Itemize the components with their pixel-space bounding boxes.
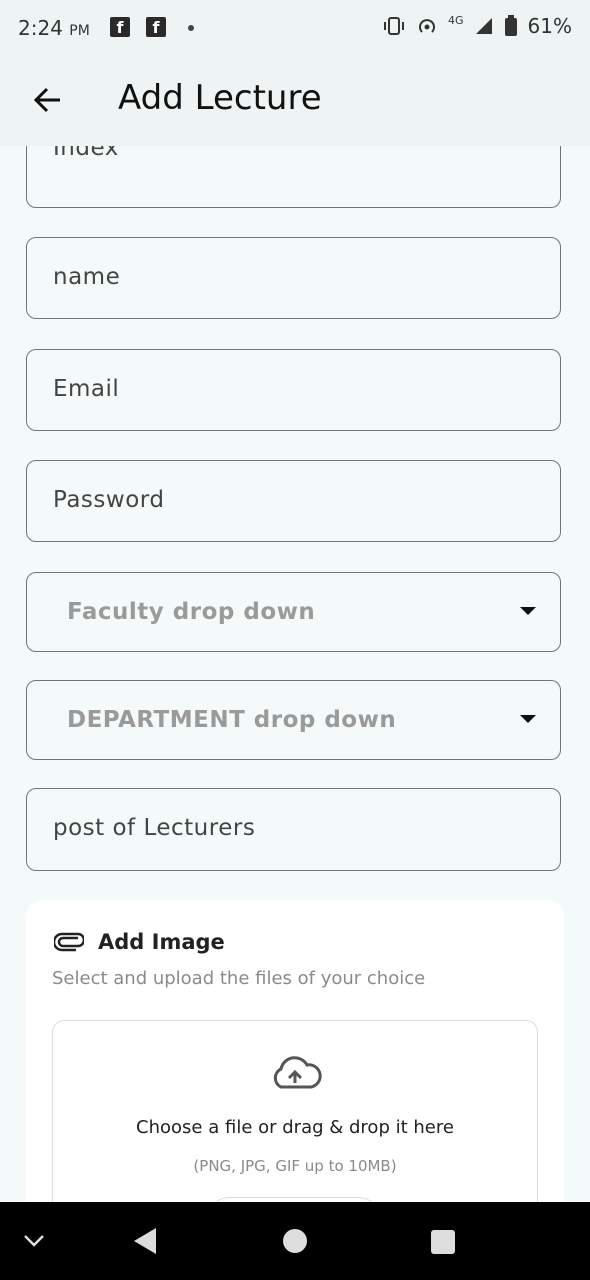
app-bar: Add Lecture [0,58,590,146]
recents-square-icon[interactable] [430,1229,456,1255]
status-ampm: PM [69,23,90,39]
department-dropdown-label: DEPARTMENT drop down [67,707,397,733]
page-title: Add Lecture [118,78,322,118]
system-nav-bar [0,1202,590,1280]
back-triangle-icon[interactable] [132,1226,160,1256]
facebook-icon: f [146,17,166,37]
faculty-dropdown[interactable]: Faculty drop down [26,572,561,652]
dropzone-text: Choose a file or drag & drop it here [136,1117,454,1138]
home-circle-icon[interactable] [282,1228,308,1254]
post-field-label: post of Lecturers [53,815,256,841]
network-type: 4G [448,13,464,27]
status-right: 4G 61% [382,14,572,38]
vibrate-icon [384,17,405,35]
upload-card-title: Add Image [98,930,225,954]
department-dropdown[interactable]: DEPARTMENT drop down [26,680,561,760]
name-field[interactable]: name [26,237,561,319]
password-field[interactable]: Password [26,460,561,542]
chevron-down-icon [520,607,536,615]
signal-icon [475,18,492,34]
password-field-label: Password [53,487,165,513]
index-field[interactable]: Index [26,146,561,208]
email-field[interactable]: Email [26,349,561,431]
battery-icon [504,15,517,36]
cloud-upload-icon [273,1056,322,1089]
status-time-value: 2:24 [18,16,63,40]
hotspot-icon [419,19,435,33]
name-field-label: name [53,264,121,290]
post-field[interactable]: post of Lecturers [26,788,561,871]
upload-card: Add Image Select and upload the files of… [26,900,564,1202]
chevron-down-icon[interactable] [22,1232,46,1250]
battery-percent: 61% [527,14,572,38]
status-time: 2:24 PM [18,16,90,40]
file-dropzone[interactable]: Choose a file or drag & drop it here (PN… [52,1020,538,1202]
upload-card-subtitle: Select and upload the files of your choi… [52,968,426,989]
chevron-down-icon [520,715,536,723]
email-field-label: Email [53,376,120,402]
facebook-icon: f [110,17,130,37]
form-content: Index name Email Password Faculty drop d… [0,146,590,1202]
faculty-dropdown-label: Faculty drop down [67,599,316,625]
arrow-left-icon [33,87,60,113]
status-bar: 2:24 PM f f 4G 61% [0,0,590,58]
notification-dot [188,25,194,31]
dropzone-hint: (PNG, JPG, GIF up to 10MB) [193,1157,397,1175]
paperclip-icon [54,932,84,952]
back-button[interactable] [28,80,68,120]
index-field-label: Index [53,146,119,161]
